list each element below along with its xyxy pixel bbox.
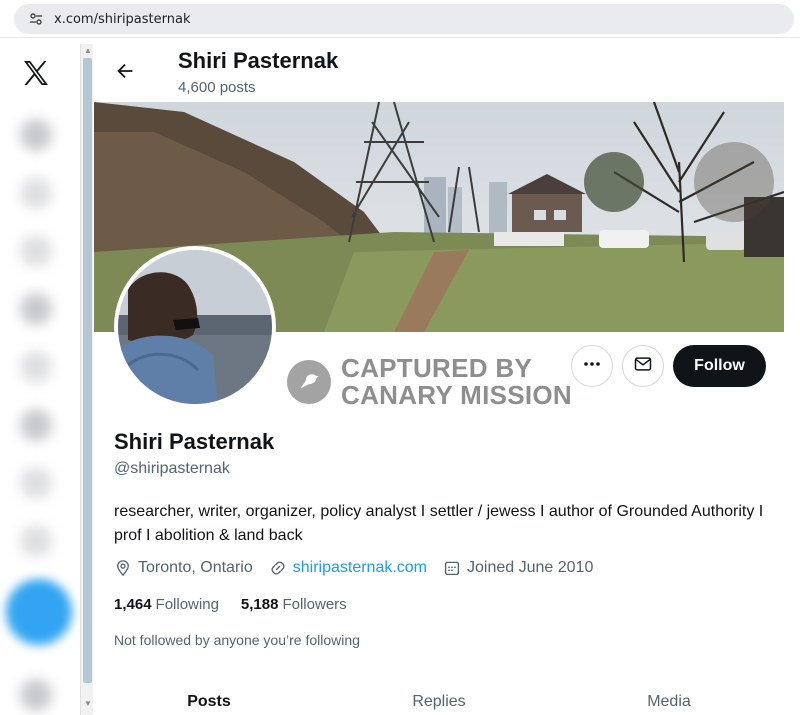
tab-media[interactable]: Media bbox=[554, 680, 784, 715]
scroll-down-icon[interactable]: ▼ bbox=[84, 699, 92, 708]
nav-item-grok[interactable] bbox=[20, 351, 52, 383]
joined-date: Joined June 2010 bbox=[443, 559, 593, 577]
compose-post-button[interactable] bbox=[6, 579, 72, 645]
followers-label: Followers bbox=[282, 596, 347, 613]
watermark: CAPTURED BY CANARY MISSION bbox=[287, 355, 572, 409]
website[interactable]: shiripasternak.com bbox=[269, 559, 427, 577]
scrollbar-thumb[interactable] bbox=[83, 58, 92, 683]
more-icon bbox=[582, 354, 602, 379]
location-icon bbox=[117, 560, 129, 577]
nav-rail bbox=[0, 39, 80, 715]
nav-item-messages[interactable] bbox=[20, 293, 52, 325]
nav-item-profile[interactable] bbox=[20, 467, 52, 499]
followers-stat[interactable]: 5,188 Followers bbox=[241, 596, 347, 613]
header-name: Shiri Pasternak bbox=[178, 48, 339, 73]
nav-item-notifications[interactable] bbox=[20, 235, 52, 267]
tab-replies[interactable]: Replies bbox=[324, 680, 554, 715]
nav-item-more[interactable] bbox=[20, 525, 52, 557]
scroll-up-icon[interactable]: ▲ bbox=[84, 46, 92, 55]
following-label: Following bbox=[155, 596, 219, 613]
x-logo-icon[interactable] bbox=[20, 57, 52, 89]
message-button[interactable] bbox=[622, 345, 664, 387]
profile-tabs: Posts Replies Media bbox=[94, 680, 784, 715]
avatar[interactable] bbox=[114, 246, 276, 408]
nav-item-home[interactable] bbox=[20, 119, 52, 151]
more-button[interactable] bbox=[571, 345, 613, 387]
tab-posts[interactable]: Posts bbox=[94, 680, 324, 715]
followers-count: 5,188 bbox=[240, 596, 279, 613]
location: Toronto, Ontario bbox=[114, 559, 253, 577]
profile-meta: Toronto, Ontario shiripasternak.com Join… bbox=[114, 559, 609, 577]
handle: @shiripasternak bbox=[114, 460, 230, 477]
follow-button[interactable]: Follow bbox=[673, 345, 766, 387]
follow-stats: 1,464 Following 5,188 Followers bbox=[114, 596, 369, 613]
tune-icon[interactable] bbox=[26, 9, 46, 29]
url-text[interactable]: x.com/shiripasternak bbox=[54, 12, 191, 27]
watermark-line-2: CANARY MISSION bbox=[341, 380, 573, 410]
display-name: Shiri Pasternak bbox=[114, 429, 275, 454]
watermark-line-1: CAPTURED BY bbox=[341, 353, 533, 383]
joined-text: Joined June 2010 bbox=[467, 559, 594, 576]
mail-icon bbox=[633, 354, 653, 379]
following-stat[interactable]: 1,464 Following bbox=[114, 596, 219, 613]
rail-scrollbar[interactable]: ▲ ▼ bbox=[80, 44, 93, 715]
nav-item-lists[interactable] bbox=[20, 409, 52, 441]
location-text: Toronto, Ontario bbox=[138, 559, 253, 576]
profile-header: Shiri Pasternak 4,600 posts bbox=[94, 40, 800, 102]
posts-count: 4,600 posts bbox=[178, 79, 256, 96]
calendar-icon bbox=[444, 561, 460, 576]
following-count: 1,464 bbox=[114, 596, 152, 613]
back-arrow-icon[interactable] bbox=[112, 58, 138, 84]
nav-item-explore[interactable] bbox=[20, 177, 52, 209]
website-link[interactable]: shiripasternak.com bbox=[293, 559, 427, 577]
bird-icon bbox=[287, 360, 331, 404]
account-avatar[interactable] bbox=[20, 679, 52, 711]
address-bar[interactable]: x.com/shiripasternak bbox=[14, 4, 794, 34]
link-icon bbox=[271, 561, 285, 575]
not-followed-note: Not followed by anyone you’re following bbox=[114, 632, 360, 648]
bio: researcher, writer, organizer, policy an… bbox=[114, 503, 764, 544]
browser-bar: x.com/shiripasternak bbox=[0, 0, 800, 38]
